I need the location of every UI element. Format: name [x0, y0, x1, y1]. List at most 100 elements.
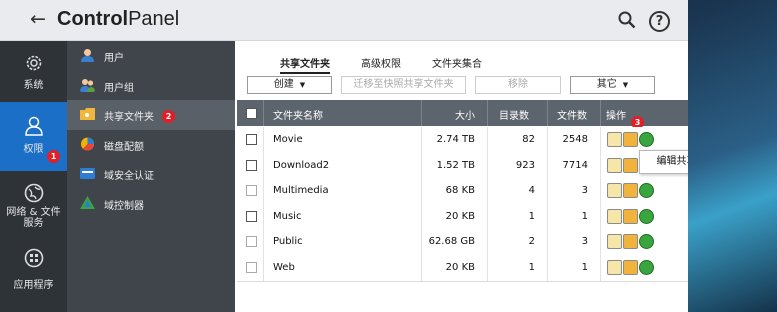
table-header: 文件夹名称 大小 目录数 文件数 操作 3	[237, 100, 688, 129]
table-row[interactable]: Download2 1.52 TB 923 7714	[237, 153, 688, 180]
folder-name[interactable]: Movie	[273, 134, 303, 145]
row-checkbox[interactable]	[246, 134, 257, 145]
remove-button[interactable]: 移除	[475, 76, 561, 94]
search-icon[interactable]	[618, 11, 636, 29]
edit-properties-icon[interactable]	[607, 234, 622, 249]
file-count: 7714	[562, 160, 588, 171]
tab-shared-folders[interactable]: 共享文件夹	[280, 55, 330, 74]
row-checkbox[interactable]	[246, 160, 257, 171]
select-all-checkbox[interactable]	[246, 108, 257, 119]
step-badge-1: 1	[47, 150, 60, 163]
caret-down-icon: ▼	[622, 81, 629, 89]
col-folder-name[interactable]: 文件夹名称	[273, 107, 323, 122]
refresh-icon[interactable]	[639, 132, 654, 147]
folder-name[interactable]: Download2	[273, 160, 329, 171]
refresh-icon[interactable]	[639, 234, 654, 249]
col-dir-count[interactable]: 目录数	[499, 107, 529, 122]
subnav-item-domain-security[interactable]: 域安全认证	[67, 159, 235, 189]
edit-properties-icon[interactable]	[607, 132, 622, 147]
help-icon[interactable]: ?	[649, 11, 670, 32]
refresh-icon[interactable]	[639, 183, 654, 198]
title-rest: Panel	[128, 8, 180, 30]
table-row[interactable]: Movie 2.74 TB 82 2548	[237, 127, 688, 154]
table-row[interactable]: Public 62.68 GB 2 3	[237, 229, 688, 256]
dir-count: 923	[515, 160, 535, 171]
table-row[interactable]: Web 20 KB 1 1	[237, 255, 688, 282]
subnav-label-domain-security: 域安全认证	[104, 171, 154, 182]
create-dropdown-button[interactable]: 创建 ▼	[247, 76, 332, 94]
caret-down-icon: ▼	[299, 81, 306, 89]
title-bar: ← ControlPanel ?	[0, 0, 688, 41]
table-row[interactable]: Multimedia 68 KB 4 3	[237, 178, 688, 205]
back-arrow-icon[interactable]: ←	[30, 8, 46, 30]
migrate-to-snapshot-button[interactable]: 迁移至快照共享文件夹	[341, 76, 466, 94]
row-checkbox[interactable]	[246, 185, 257, 196]
gear-icon	[26, 55, 41, 71]
col-size[interactable]: 大小	[427, 107, 475, 122]
row-actions	[607, 234, 655, 249]
create-label: 创建	[273, 79, 294, 90]
subnav-item-user-groups[interactable]: 用户组	[67, 71, 235, 101]
subnav-item-domain-controller[interactable]: 域控制器	[67, 189, 235, 219]
col-actions: 操作	[606, 111, 626, 122]
edit-permissions-icon[interactable]	[623, 132, 638, 147]
control-panel-window: ← ControlPanel ? 系统 权限 1 网络 & 文件服务 应用程序 …	[0, 0, 688, 312]
row-actions	[607, 260, 655, 275]
user-icon	[24, 116, 43, 136]
folder-size: 62.68 GB	[428, 236, 475, 247]
user-group-icon	[80, 79, 95, 92]
row-checkbox[interactable]	[246, 262, 257, 273]
folder-name[interactable]: Music	[273, 211, 301, 222]
domain-controller-icon	[80, 196, 95, 209]
shared-folder-icon	[80, 108, 95, 120]
folder-size: 20 KB	[445, 211, 475, 222]
file-count: 1	[581, 262, 588, 273]
subnav-label-domain-controller: 域控制器	[104, 201, 144, 212]
refresh-icon[interactable]	[639, 209, 654, 224]
disk-quota-icon	[81, 137, 94, 151]
folder-name[interactable]: Web	[273, 262, 295, 273]
refresh-icon[interactable]	[639, 260, 654, 275]
row-actions	[607, 132, 655, 147]
other-dropdown-button[interactable]: 其它 ▼	[570, 76, 655, 94]
edit-properties-icon[interactable]	[607, 260, 622, 275]
nav-item-system[interactable]: 系统	[0, 49, 67, 97]
folder-size: 2.74 TB	[436, 134, 475, 145]
row-checkbox[interactable]	[246, 236, 257, 247]
nav-item-network-file-services[interactable]: 网络 & 文件服务	[0, 181, 67, 239]
row-checkbox[interactable]	[246, 211, 257, 222]
edit-permissions-icon[interactable]	[623, 209, 638, 224]
subnav-label-shared-folders: 共享文件夹	[104, 112, 154, 123]
edit-properties-icon[interactable]	[607, 209, 622, 224]
tab-advanced-permissions[interactable]: 高级权限	[361, 55, 401, 70]
subnav-item-shared-folders[interactable]: 共享文件夹 2	[67, 100, 235, 130]
nav-item-applications[interactable]: 应用程序	[0, 246, 67, 296]
edit-permissions-icon[interactable]	[623, 234, 638, 249]
folder-size: 20 KB	[445, 262, 475, 273]
privilege-subnav: 用户 用户组 共享文件夹 2 磁盘配额 域安全认证 域控制器	[67, 41, 235, 312]
edit-properties-icon[interactable]	[607, 183, 622, 198]
nav-item-privilege[interactable]: 权限 1	[0, 102, 67, 171]
tab-folder-aggregation[interactable]: 文件夹集合	[432, 55, 482, 70]
edit-permissions-icon[interactable]	[623, 158, 638, 173]
globe-icon	[24, 183, 43, 203]
folder-name[interactable]: Public	[273, 236, 303, 247]
subnav-label-users: 用户	[104, 53, 124, 64]
file-count: 2548	[562, 134, 588, 145]
edit-permissions-icon[interactable]	[623, 183, 638, 198]
apps-icon	[24, 248, 43, 268]
dir-count: 1	[528, 262, 535, 273]
file-count: 1	[581, 211, 588, 222]
subnav-item-users[interactable]: 用户	[67, 41, 235, 71]
table-row[interactable]: Music 20 KB 1 1	[237, 204, 688, 231]
title-bold: Control	[57, 8, 129, 30]
folder-name[interactable]: Multimedia	[273, 185, 329, 196]
folder-size: 68 KB	[445, 185, 475, 196]
row-actions	[607, 183, 655, 198]
edit-properties-icon[interactable]	[607, 158, 622, 173]
nav-label-network: 网络 & 文件服务	[6, 207, 61, 229]
subnav-item-disk-quota[interactable]: 磁盘配额	[67, 130, 235, 160]
col-file-count[interactable]: 文件数	[557, 107, 587, 122]
edit-permissions-icon[interactable]	[623, 260, 638, 275]
nav-label-system: 系统	[23, 80, 44, 91]
